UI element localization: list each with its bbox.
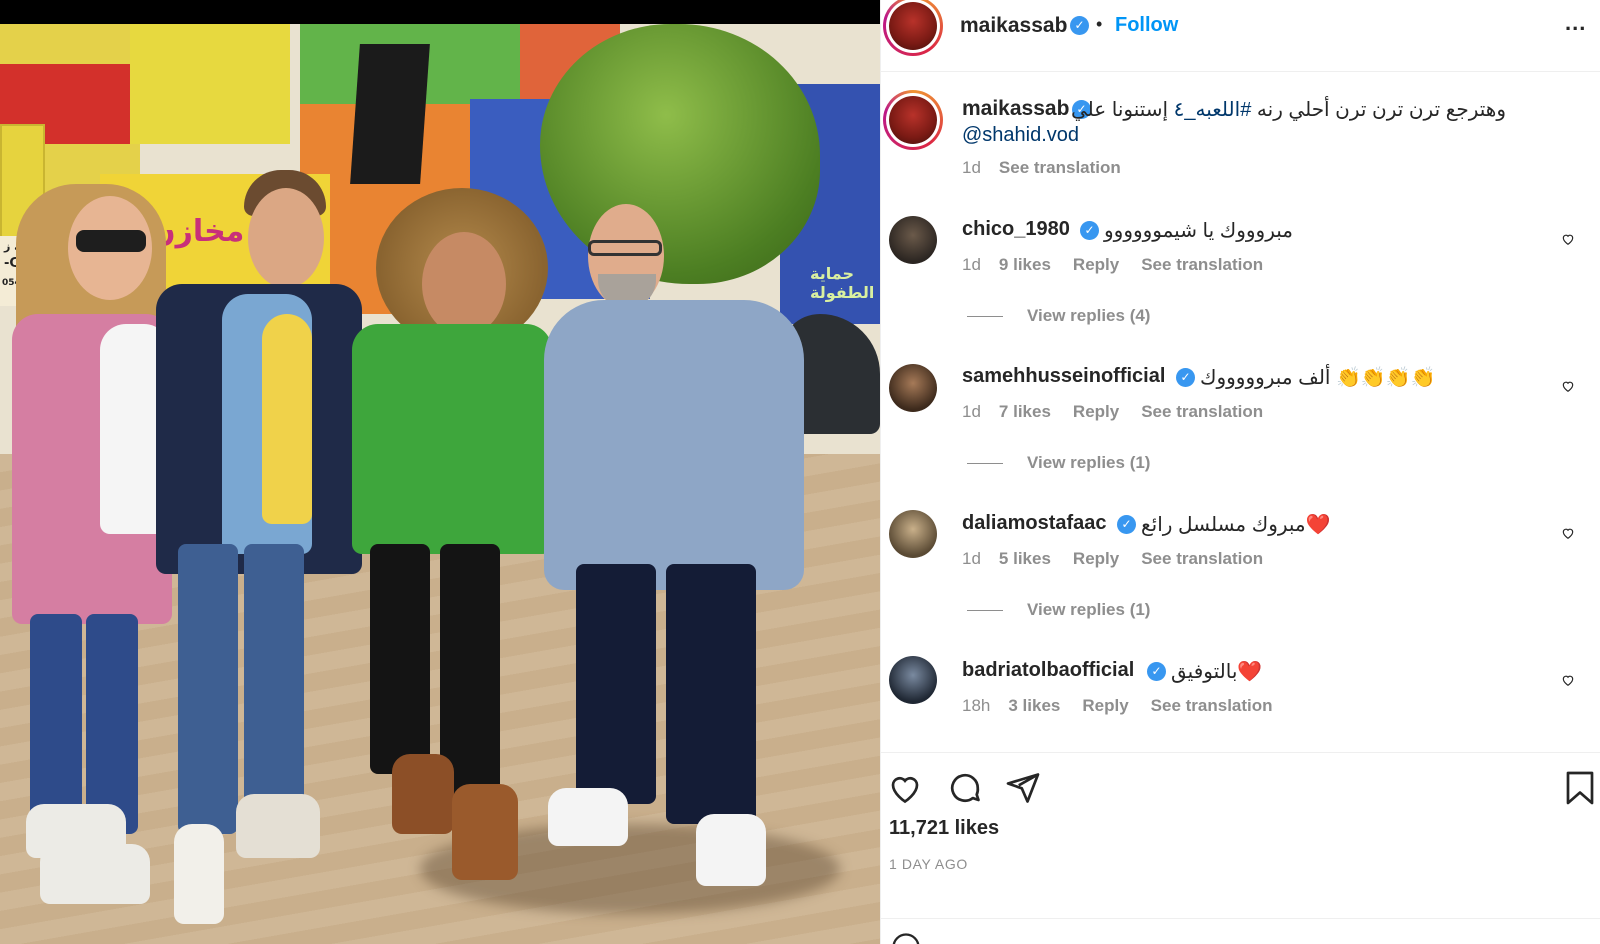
caption-text: وهترجع ترن ترن ترن أحلي رنه #اللعبه_٤ إس… — [1071, 97, 1506, 122]
share-send-icon[interactable] — [1005, 770, 1041, 806]
comment-reply-button[interactable]: Reply — [1073, 549, 1119, 568]
caption-avatar-image — [889, 96, 937, 144]
verified-badge-icon: ✓ — [1070, 16, 1089, 35]
likes-count[interactable]: 11,721 likes — [889, 817, 999, 840]
comment-time: 18h — [962, 696, 991, 715]
comment-avatar[interactable] — [889, 656, 937, 704]
like-heart-icon[interactable] — [887, 770, 923, 806]
comment-username[interactable]: chico_1980 — [962, 218, 1070, 240]
caption-see-translation[interactable]: See translation — [999, 158, 1121, 177]
comment-username[interactable]: badriatolbaofficial — [962, 659, 1134, 681]
comment-like-icon[interactable] — [1561, 379, 1575, 393]
view-replies-button[interactable]: View replies (1) — [967, 453, 1150, 473]
caption-author-avatar[interactable] — [883, 90, 943, 150]
comment-time: 1d — [962, 549, 981, 568]
comment-row: badriatolbaofficial — [962, 659, 1134, 682]
verified-badge-icon: ✓ — [1117, 515, 1136, 534]
comment-likes[interactable]: 5 likes — [999, 549, 1051, 568]
photo-scene: مدرسة ز -CAR 0548532-0100 مخازن حماية ال… — [0, 24, 880, 944]
comment-avatar[interactable] — [889, 510, 937, 558]
comment-avatar[interactable] — [889, 216, 937, 264]
comment-text: مبروك مسلسل رائع❤️ — [1141, 514, 1331, 536]
comment-row: daliamostafaac — [962, 512, 1107, 535]
view-replies-label: View replies (4) — [1027, 306, 1151, 325]
comment-meta: 18h 3 likes Reply See translation — [962, 696, 1295, 716]
comment-like-icon[interactable] — [1561, 673, 1575, 687]
view-replies-button[interactable]: View replies (1) — [967, 600, 1150, 620]
comment-meta: 1d 9 likes Reply See translation — [962, 255, 1285, 275]
comment-meta: 1d 5 likes Reply See translation — [962, 549, 1285, 569]
view-replies-label: View replies (1) — [1027, 453, 1151, 472]
caption-mention-link[interactable]: @shahid.vod — [962, 124, 1079, 147]
black-screen — [350, 44, 430, 184]
comment-see-translation[interactable]: See translation — [1141, 255, 1263, 274]
comment-row: chico_1980 — [962, 218, 1070, 241]
comment-reply-button[interactable]: Reply — [1073, 255, 1119, 274]
comment-likes[interactable]: 7 likes — [999, 402, 1051, 421]
caption-time: 1d — [962, 158, 981, 177]
view-replies-label: View replies (1) — [1027, 600, 1151, 619]
header-separator: • — [1096, 14, 1103, 34]
view-replies-button[interactable]: View replies (4) — [967, 306, 1150, 326]
post-timestamp: 1 DAY AGO — [889, 856, 968, 872]
caption-hashtag[interactable]: #اللعبه_٤ — [1174, 99, 1252, 121]
post-header: maikassab ✓ • Follow ... — [881, 0, 1600, 72]
post-photo[interactable]: مدرسة ز -CAR 0548532-0100 مخازن حماية ال… — [0, 0, 880, 944]
comment-username[interactable]: samehhusseinofficial — [962, 365, 1165, 387]
action-bar-divider — [881, 752, 1600, 753]
comment-box-divider — [881, 918, 1600, 919]
comment-see-translation[interactable]: See translation — [1141, 402, 1263, 421]
yellow-wall-2 — [130, 24, 290, 144]
comment-see-translation[interactable]: See translation — [1151, 696, 1273, 715]
caption-meta: 1d See translation — [962, 158, 1143, 178]
comment-username[interactable]: daliamostafaac — [962, 512, 1107, 534]
comment-reply-button[interactable]: Reply — [1082, 696, 1128, 715]
author-avatar[interactable] — [883, 0, 943, 56]
comment-text: بالتوفيق❤️ — [1171, 661, 1263, 683]
comment-likes[interactable]: 3 likes — [1008, 696, 1060, 715]
more-options-icon[interactable]: ... — [1565, 10, 1586, 36]
photo-top-bar — [0, 0, 880, 24]
comment-text: ألف مبروووووك 👏👏👏👏 — [1200, 367, 1436, 389]
author-username[interactable]: maikassab — [960, 14, 1067, 38]
comment-row: samehhusseinofficial — [962, 365, 1165, 388]
comment-see-translation[interactable]: See translation — [1141, 549, 1263, 568]
caption-username[interactable]: maikassab — [962, 97, 1069, 121]
post-side-panel: maikassab ✓ • Follow ... maikassab ✓ وهت… — [880, 0, 1600, 944]
comment-like-icon[interactable] — [1561, 232, 1575, 246]
comment-meta: 1d 7 likes Reply See translation — [962, 402, 1285, 422]
comment-text: مبروووك يا شيموووووو — [1104, 220, 1293, 242]
caption-text-before: وهترجع ترن ترن ترن أحلي رنه — [1251, 99, 1506, 121]
comment-time: 1d — [962, 402, 981, 421]
emoji-icon[interactable] — [891, 932, 921, 944]
verified-badge-icon: ✓ — [1080, 221, 1099, 240]
comment-time: 1d — [962, 255, 981, 274]
comment-avatar[interactable] — [889, 364, 937, 412]
bookmark-icon[interactable] — [1565, 770, 1595, 806]
caption-text-after: إستنونا علي — [1070, 99, 1174, 121]
comment-like-icon[interactable] — [1561, 526, 1575, 540]
comment-bubble-icon[interactable] — [947, 770, 983, 806]
comment-likes[interactable]: 9 likes — [999, 255, 1051, 274]
comment-reply-button[interactable]: Reply — [1073, 402, 1119, 421]
follow-button[interactable]: Follow — [1115, 14, 1178, 37]
blue-sign-text: حماية الطفولة — [810, 264, 875, 302]
verified-badge-icon: ✓ — [1176, 368, 1195, 387]
author-avatar-image — [889, 2, 937, 50]
verified-badge-icon: ✓ — [1147, 662, 1166, 681]
